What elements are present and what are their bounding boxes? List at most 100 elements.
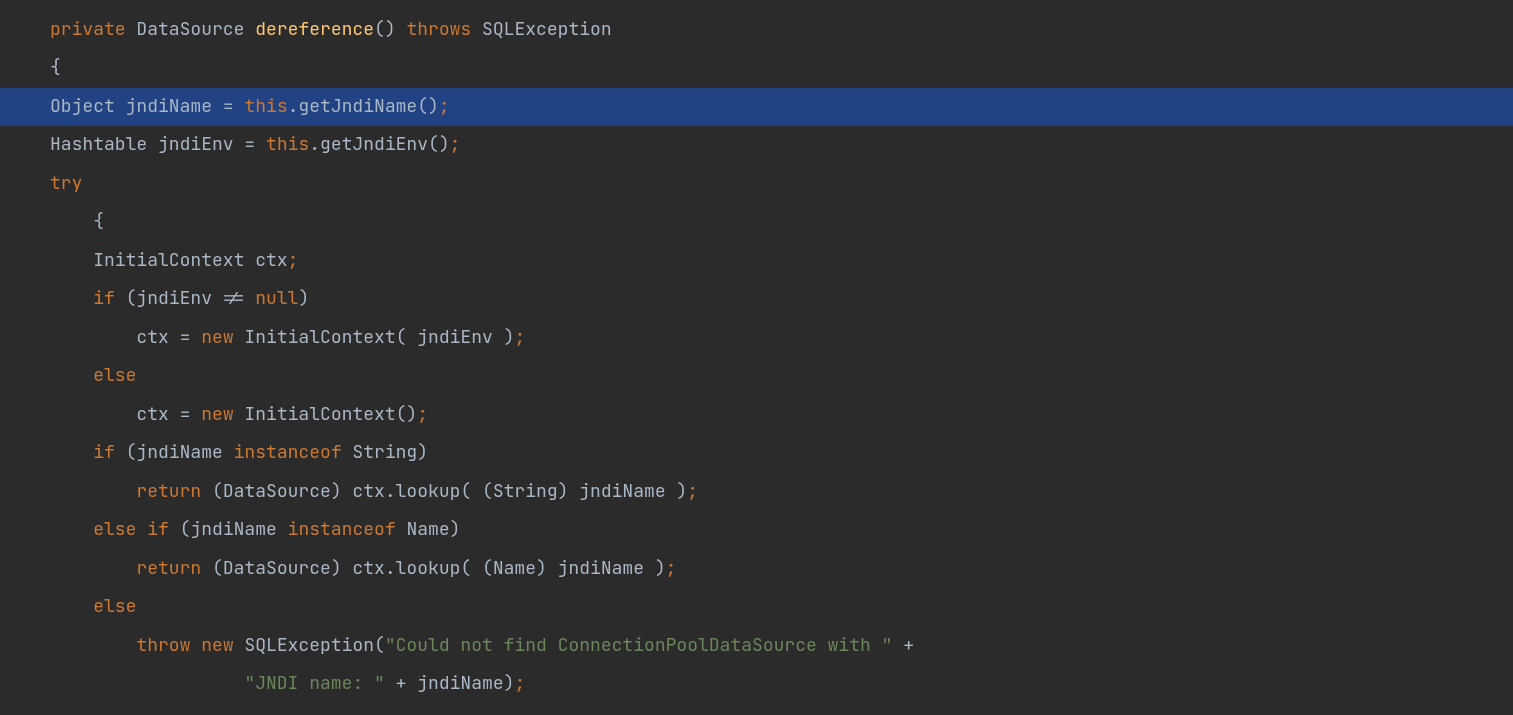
keyword-if: if: [93, 280, 115, 319]
type-name: String: [342, 434, 418, 473]
variable: jndiEnv: [158, 126, 244, 165]
method-name: dereference: [255, 11, 374, 50]
type-name: Hashtable: [50, 126, 158, 165]
code-line[interactable]: private DataSource dereference () throws…: [0, 11, 1513, 50]
code-line[interactable]: Hashtable jndiEnv = this .getJndiEnv() ;: [0, 126, 1513, 165]
keyword-new: new: [201, 319, 233, 358]
variable: jndiName: [126, 88, 223, 127]
keyword-new: new: [201, 627, 233, 666]
type-name: InitialContext: [93, 242, 255, 281]
indent: [50, 242, 93, 281]
semicolon: ;: [288, 242, 299, 281]
equals: =: [180, 319, 202, 358]
keyword-new: new: [201, 396, 233, 435]
indent: [50, 319, 136, 358]
open-paren: (: [115, 280, 137, 319]
indent: [50, 434, 93, 473]
close-paren: ): [504, 319, 515, 358]
code-line[interactable]: ctx = new InitialContext() ;: [0, 396, 1513, 435]
space: [190, 627, 201, 666]
code-line[interactable]: {: [0, 203, 1513, 242]
code-line[interactable]: else: [0, 588, 1513, 627]
code-line[interactable]: if ( jndiEnv != null ): [0, 280, 1513, 319]
close-paren: ): [450, 511, 461, 550]
code-line[interactable]: ctx = new InitialContext( jndiEnv ) ;: [0, 319, 1513, 358]
indent: [50, 627, 136, 666]
cast: (DataSource): [201, 550, 352, 589]
code-line[interactable]: else if ( jndiName instanceof Name ): [0, 511, 1513, 550]
semicolon: ;: [687, 473, 698, 512]
indent: [50, 473, 136, 512]
code-line[interactable]: else: [0, 357, 1513, 396]
close-paren: ): [504, 665, 515, 704]
cast: (DataSource): [201, 473, 352, 512]
semicolon: ;: [514, 319, 525, 358]
method-call: ctx.lookup( (String) jndiName ): [352, 473, 687, 512]
open-brace: {: [93, 203, 104, 242]
open-paren: (: [115, 434, 137, 473]
type-name: Name: [396, 511, 450, 550]
method-call: .getJndiEnv(): [309, 126, 449, 165]
indent: [50, 588, 93, 627]
indent: [50, 665, 244, 704]
variable: jndiName: [190, 511, 287, 550]
keyword-instanceof: instanceof: [234, 434, 342, 473]
variable: ctx: [136, 396, 179, 435]
plus-operator: +: [385, 665, 417, 704]
close-paren: ): [298, 280, 309, 319]
parens: (): [374, 11, 406, 50]
code-line[interactable]: return (DataSource) ctx.lookup( (String)…: [0, 473, 1513, 512]
equals: =: [244, 126, 266, 165]
semicolon: ;: [439, 88, 450, 127]
code-line[interactable]: throw new SQLException( "Could not find …: [0, 627, 1513, 666]
keyword-throw: throw: [136, 627, 190, 666]
type-name: InitialContext(): [234, 396, 418, 435]
keyword-null: null: [255, 280, 298, 319]
argument: jndiEnv: [417, 319, 503, 358]
keyword-if: if: [93, 434, 115, 473]
comment-text: //MT: called only from inner(), effectiv…: [50, 0, 655, 11]
indent: [50, 280, 93, 319]
code-line[interactable]: try: [0, 165, 1513, 204]
keyword-return: return: [136, 550, 201, 589]
open-paren: (: [169, 511, 191, 550]
equals: =: [223, 88, 245, 127]
keyword-else: else: [93, 511, 136, 550]
type-name: SQLException(: [234, 627, 385, 666]
method-call: ctx.lookup( (Name) jndiName ): [352, 550, 665, 589]
keyword-this: this: [266, 126, 309, 165]
keyword-private: private: [50, 11, 126, 50]
indent: [50, 357, 93, 396]
indent: [50, 550, 136, 589]
string-literal: "Could not find ConnectionPoolDataSource…: [385, 627, 893, 666]
code-editor[interactable]: //MT: called only from inner(), effectiv…: [0, 0, 1513, 687]
keyword-return: return: [136, 473, 201, 512]
code-line[interactable]: "JNDI name: " + jndiName ) ;: [0, 665, 1513, 704]
keyword-instanceof: instanceof: [288, 511, 396, 550]
variable: ctx: [255, 242, 287, 281]
exception-type: SQLException: [471, 11, 611, 50]
code-line[interactable]: return (DataSource) ctx.lookup( (Name) j…: [0, 550, 1513, 589]
method-call: .getJndiName(): [288, 88, 439, 127]
string-literal: "JNDI name: ": [244, 665, 384, 704]
type-name: Object: [50, 88, 126, 127]
code-line[interactable]: {: [0, 49, 1513, 88]
code-line[interactable]: if ( jndiName instanceof String ): [0, 434, 1513, 473]
keyword-else: else: [93, 588, 136, 627]
keyword-throws: throws: [406, 11, 471, 50]
variable: ctx: [136, 319, 179, 358]
type-name: InitialContext(: [234, 319, 418, 358]
space: [136, 511, 147, 550]
code-line-selected[interactable]: Object jndiName = this .getJndiName() ;: [0, 88, 1513, 127]
semicolon: ;: [514, 665, 525, 704]
semicolon: ;: [450, 126, 461, 165]
indent: [50, 511, 93, 550]
variable: jndiEnv: [136, 280, 222, 319]
indent: [50, 203, 93, 242]
semicolon: ;: [666, 550, 677, 589]
indent: [50, 396, 136, 435]
code-line[interactable]: //MT: called only from inner(), effectiv…: [0, 0, 1513, 11]
keyword-if: if: [147, 511, 169, 550]
code-line[interactable]: InitialContext ctx ;: [0, 242, 1513, 281]
variable: jndiName: [417, 665, 503, 704]
